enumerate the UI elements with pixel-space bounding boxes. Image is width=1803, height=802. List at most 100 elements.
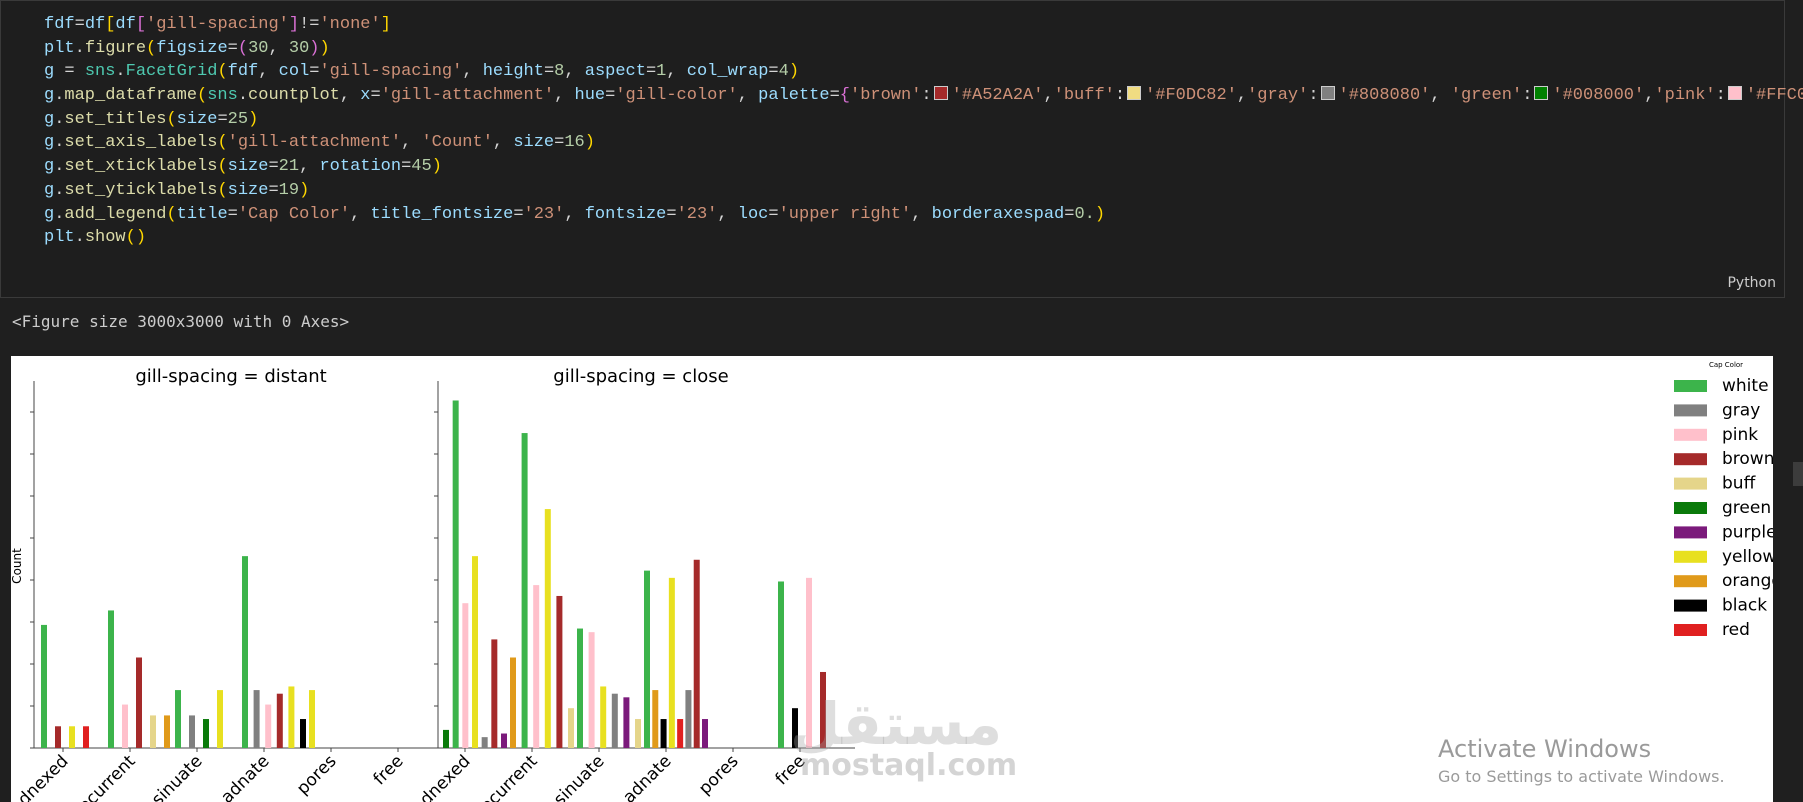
code-line[interactable]: g.set_titles(size=25): [44, 108, 1803, 132]
code-line[interactable]: g = sns.FacetGrid(fdf, col='gill-spacing…: [44, 60, 1803, 84]
code-cell[interactable]: fdf=df[df['gill-spacing']!='none'] plt.fi…: [0, 0, 1803, 298]
color-swatch-icon[interactable]: [1727, 86, 1742, 101]
legend-swatch-red: [1674, 624, 1707, 636]
bar-white: [644, 570, 650, 748]
legend-label-buff: buff: [1722, 474, 1757, 494]
bar-buff: [150, 715, 156, 748]
x-tick-label: decurrent: [469, 751, 542, 802]
bar-white: [242, 556, 248, 748]
bar-white: [778, 581, 784, 748]
y-axis-label: Count: [11, 548, 24, 584]
bar-gray: [481, 737, 488, 748]
bar-black: [660, 719, 667, 748]
legend-swatch-buff: [1674, 477, 1707, 490]
bar-gray: [253, 690, 260, 748]
bar-yellow: [217, 690, 223, 748]
facet-title: gill-spacing = distant: [135, 366, 326, 387]
code-line[interactable]: g.add_legend(title='Cap Color', title_fo…: [44, 203, 1803, 227]
x-tick-label: pores: [293, 751, 341, 799]
bar-brown: [693, 559, 700, 748]
activate-windows-subtitle: Go to Settings to activate Windows.: [1438, 767, 1725, 786]
bar-black: [300, 719, 306, 748]
bar-purple: [623, 697, 630, 748]
activate-windows-title: Activate Windows: [1438, 735, 1652, 763]
bar-gray: [685, 690, 692, 748]
legend-swatch-black: [1674, 599, 1707, 612]
x-tick-label: pores: [695, 751, 743, 799]
bar-gray: [189, 715, 195, 748]
legend-label-white: white: [1722, 376, 1769, 396]
bar-yellow: [288, 686, 295, 748]
bar-white: [577, 628, 583, 748]
legend-swatch-pink: [1674, 428, 1707, 441]
bar-white: [108, 610, 114, 748]
color-swatch-icon[interactable]: [1534, 86, 1549, 101]
bar-yellow: [472, 556, 478, 748]
legend-swatch-gray: [1674, 404, 1707, 417]
x-tick-label: adnate: [217, 751, 273, 802]
code-editor[interactable]: fdf=df[df['gill-spacing']!='none'] plt.fi…: [44, 13, 1803, 250]
bar-gray: [611, 693, 618, 748]
bar-yellow: [69, 726, 75, 748]
bar-yellow: [668, 577, 675, 748]
code-line[interactable]: g.map_dataframe(sns.countplot, x='gill-a…: [44, 84, 1803, 108]
legend-swatch-purple: [1674, 526, 1707, 539]
bar-yellow: [544, 509, 551, 748]
bar-purple: [702, 719, 708, 748]
bar-orange: [652, 690, 659, 748]
bar-pink: [533, 585, 540, 748]
legend-swatch-green: [1674, 502, 1707, 514]
legend-label-green: green: [1722, 498, 1771, 518]
bar-white: [41, 624, 47, 748]
bar-white: [452, 400, 459, 748]
legend-swatch-orange: [1674, 575, 1707, 588]
color-swatch-icon[interactable]: [933, 86, 948, 101]
color-swatch-icon[interactable]: [1320, 86, 1335, 101]
bar-yellow: [309, 690, 315, 748]
legend-label-black: black: [1722, 596, 1767, 616]
code-line[interactable]: plt.figure(figsize=(30, 30)): [44, 37, 1803, 61]
cell-language-label[interactable]: Python: [1727, 275, 1776, 291]
x-tick-label: adnexed: [409, 751, 475, 802]
watermark-url: mostaql.com: [800, 748, 1018, 783]
code-line[interactable]: g.set_axis_labels('gill-attachment', 'Co…: [44, 131, 1803, 155]
color-swatch-icon[interactable]: [1127, 86, 1142, 101]
facet-title: gill-spacing = close: [553, 366, 728, 387]
bar-yellow: [600, 686, 607, 748]
bar-purple: [501, 733, 507, 748]
bar-red: [83, 726, 89, 748]
legend-swatch-yellow: [1674, 550, 1707, 563]
bar-brown: [136, 657, 142, 748]
bar-pink: [122, 704, 128, 748]
legend-label-red: red: [1722, 620, 1750, 640]
bar-green: [443, 729, 449, 748]
code-line[interactable]: g.set_yticklabels(size=19): [44, 179, 1803, 203]
x-tick-label: sinuate: [550, 751, 608, 802]
legend-title: Cap Color: [1709, 361, 1743, 369]
output-text: <Figure size 3000x3000 with 0 Axes>: [12, 312, 350, 331]
bar-brown: [276, 693, 283, 748]
code-line[interactable]: fdf=df[df['gill-spacing']!='none']: [44, 13, 1803, 37]
x-tick-label: decurrent: [67, 751, 140, 802]
bar-orange: [164, 715, 170, 748]
bar-buff: [635, 719, 641, 748]
legend-label-yellow: yellow: [1722, 547, 1773, 567]
x-tick-label: free: [370, 751, 408, 789]
x-tick-label: adnexed: [11, 751, 73, 802]
bar-green: [203, 719, 209, 748]
scrollbar-thumb[interactable]: [1793, 462, 1803, 486]
bar-white: [175, 690, 181, 748]
code-line[interactable]: plt.show(): [44, 226, 1803, 250]
bar-pink: [588, 632, 595, 748]
bar-white: [521, 433, 528, 748]
legend-label-brown: brown: [1722, 449, 1773, 469]
bar-pink: [265, 704, 272, 748]
code-line[interactable]: g.set_xticklabels(size=21, rotation=45): [44, 155, 1803, 179]
bar-brown: [556, 595, 563, 748]
bar-orange: [510, 657, 516, 748]
legend-label-orange: orange: [1722, 571, 1773, 591]
bar-brown: [491, 639, 498, 748]
legend-label-pink: pink: [1722, 425, 1758, 445]
legend-swatch-brown: [1674, 453, 1707, 466]
bar-brown: [55, 726, 61, 748]
